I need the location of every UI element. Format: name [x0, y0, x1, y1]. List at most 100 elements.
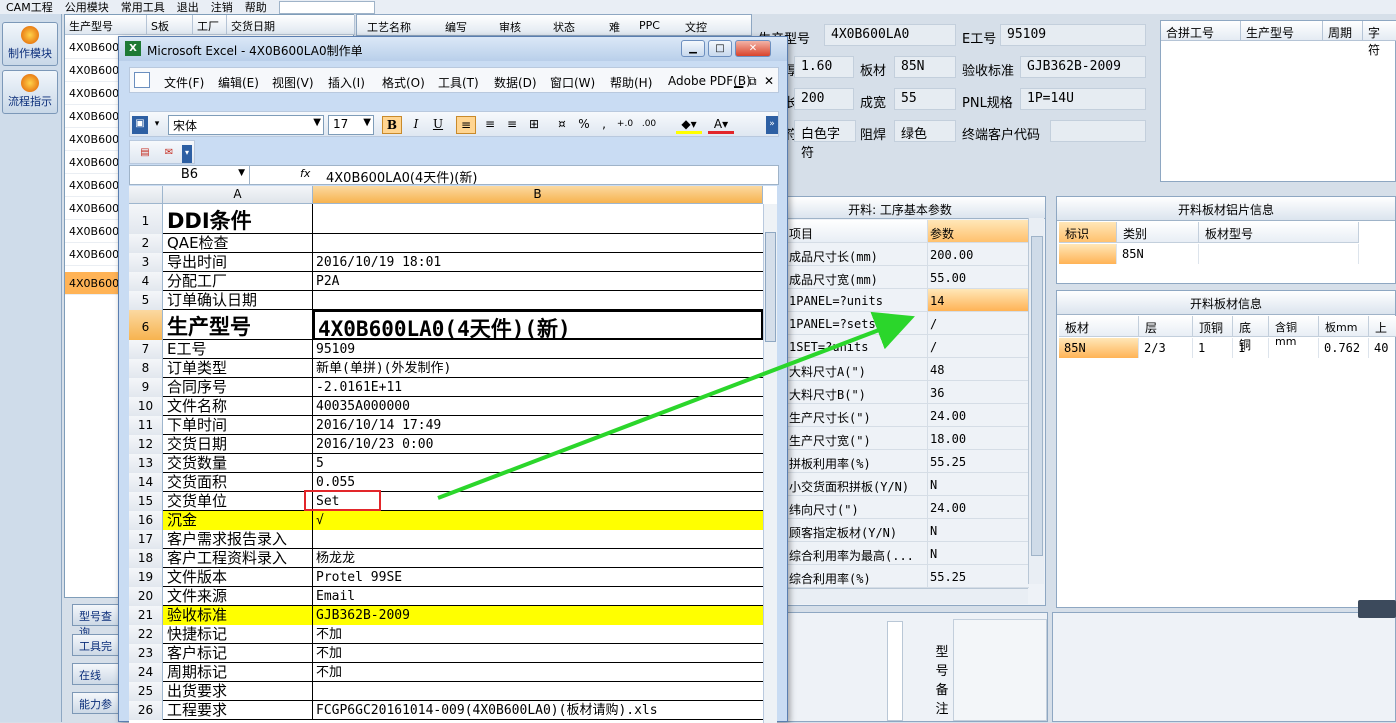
bold-icon[interactable]: B: [382, 116, 402, 134]
param-value[interactable]: 24.00: [927, 496, 1029, 518]
std-field[interactable]: GJB362B-2009: [1020, 56, 1146, 78]
cell-kind[interactable]: 85N: [1117, 244, 1199, 264]
row-number[interactable]: 12: [129, 435, 163, 454]
merge-center-icon[interactable]: ⊞: [524, 116, 544, 134]
col-delivery-date[interactable]: 交货日期: [227, 15, 355, 35]
pdf-mail-icon[interactable]: ✉: [160, 145, 178, 163]
param-value[interactable]: 55.25: [927, 450, 1029, 472]
align-right-icon[interactable]: ≡: [502, 116, 522, 134]
menu-view[interactable]: 视图(V): [272, 74, 314, 91]
char-field[interactable]: 白色字符: [794, 120, 856, 161]
col-cu-mm[interactable]: 含铜mm: [1269, 316, 1319, 348]
cell-b[interactable]: 95109: [313, 340, 763, 359]
col-merge-period[interactable]: 周期: [1323, 21, 1363, 41]
param-value[interactable]: N: [927, 519, 1029, 541]
cell-a[interactable]: 文件来源: [163, 587, 313, 606]
param-row[interactable]: 生产尺寸宽(") 18.00: [755, 427, 1029, 450]
chevron-down-icon[interactable]: ▼: [238, 168, 245, 178]
fill-color-icon[interactable]: ◆▾: [676, 116, 702, 134]
close-button[interactable]: ✕: [735, 40, 771, 57]
wid-field[interactable]: 55: [894, 88, 956, 110]
cell-a[interactable]: 订单确认日期: [163, 291, 313, 310]
param-row[interactable]: 综合利用率为最高(... N: [755, 542, 1029, 565]
param-hscroll[interactable]: [756, 588, 1028, 604]
cell-b[interactable]: 2016/10/23 0:00: [313, 435, 763, 454]
doc-close-icon[interactable]: ✕: [764, 74, 774, 88]
align-center-icon[interactable]: ≡: [480, 116, 500, 134]
row-number[interactable]: 24: [129, 663, 163, 682]
cell-b[interactable]: 不加: [313, 663, 763, 682]
menu-help[interactable]: 帮助: [239, 0, 273, 15]
cell-b[interactable]: 40035A000000: [313, 397, 763, 416]
minimize-button[interactable]: ▁: [681, 40, 705, 57]
row-number[interactable]: 23: [129, 644, 163, 663]
param-value[interactable]: 55.25: [927, 565, 1029, 587]
list-item[interactable]: 4X0B600: [65, 220, 123, 243]
cell-a[interactable]: 交货面积: [163, 473, 313, 492]
comma-icon[interactable]: ,: [596, 116, 612, 134]
param-row[interactable]: 成品尺寸宽(mm) 55.00: [755, 266, 1029, 289]
underline-icon[interactable]: U: [428, 116, 448, 134]
percent-icon[interactable]: %: [574, 116, 594, 134]
col-up[interactable]: 上: [1369, 316, 1396, 337]
list-item[interactable]: 4X0B600: [65, 82, 123, 105]
menu-edit[interactable]: 编辑(E): [218, 74, 259, 91]
mask-field[interactable]: 绿色: [894, 120, 956, 142]
formula-content[interactable]: 4X0B600LA0(4天件)(新): [326, 167, 477, 186]
cell-a[interactable]: 出货要求: [163, 682, 313, 701]
col-difficulty[interactable]: 难: [609, 19, 620, 35]
decrease-decimal-icon[interactable]: .00: [638, 116, 660, 134]
model-note-field[interactable]: [953, 619, 1047, 721]
param-vscroll[interactable]: [1028, 218, 1044, 584]
cell-a[interactable]: 文件版本: [163, 568, 313, 587]
toolbar-options-icon[interactable]: ▾: [152, 116, 162, 134]
param-row[interactable]: 大料尺寸B(") 36: [755, 381, 1029, 404]
row-number[interactable]: 6: [129, 310, 163, 340]
chevron-down-icon[interactable]: ▼: [363, 117, 371, 128]
cell-b[interactable]: 新单(单拼)(外发制作): [313, 359, 763, 378]
increase-decimal-icon[interactable]: +.0: [614, 116, 636, 134]
menu-data[interactable]: 数据(D): [494, 74, 537, 91]
param-value[interactable]: 200.00: [927, 243, 1029, 265]
cell-b[interactable]: [313, 291, 763, 310]
cell-a[interactable]: 客户工程资料录入: [163, 549, 313, 568]
doc-restore-icon[interactable]: ⧉: [748, 74, 757, 89]
cell-up[interactable]: 40: [1369, 338, 1396, 358]
menu-tools[interactable]: 工具(T): [438, 74, 479, 91]
param-value[interactable]: 24.00: [927, 404, 1029, 426]
toolbar-overflow-icon[interactable]: »: [766, 116, 778, 134]
row-number[interactable]: 26: [129, 701, 163, 720]
cell-b[interactable]: [313, 530, 763, 549]
cell-b[interactable]: 杨龙龙: [313, 549, 763, 568]
menu-insert[interactable]: 插入(I): [328, 74, 365, 91]
cell-a[interactable]: 交货数量: [163, 454, 313, 473]
row-number[interactable]: 7: [129, 340, 163, 359]
sheet-vscroll[interactable]: [763, 204, 777, 723]
cell-b[interactable]: -2.0161E+11: [313, 378, 763, 397]
cell-a[interactable]: 分配工厂: [163, 272, 313, 291]
menu-window[interactable]: 窗口(W): [550, 74, 595, 91]
list-item[interactable]: 4X0B600: [65, 105, 123, 128]
restore-button[interactable]: □: [708, 40, 732, 57]
cell-b[interactable]: 2016/10/19 18:01: [313, 253, 763, 272]
cell-b[interactable]: Protel 99SE: [313, 568, 763, 587]
col-kind[interactable]: 类别: [1117, 222, 1199, 243]
list-item[interactable]: 4X0B600: [65, 197, 123, 220]
cell-b[interactable]: FCGP6GC20161014-009(4X0B600LA0)(板材请购).xl…: [313, 701, 763, 720]
param-row[interactable]: 综合利用率(%) 55.25: [755, 565, 1029, 588]
row-number[interactable]: 3: [129, 253, 163, 272]
font-size-combo[interactable]: 17 ▼: [328, 115, 374, 135]
list-item[interactable]: 4X0B600: [65, 174, 123, 197]
param-row[interactable]: 顾客指定板材(Y/N) N: [755, 519, 1029, 542]
row-number[interactable]: 22: [129, 625, 163, 644]
scroll-thumb[interactable]: [1031, 236, 1043, 556]
pdf-icon[interactable]: ▤: [136, 145, 154, 163]
col-a-header[interactable]: A: [163, 186, 313, 204]
bottom-scroll[interactable]: [887, 621, 903, 721]
list-item[interactable]: 4X0B600: [65, 128, 123, 151]
param-row[interactable]: 大料尺寸A(") 48: [755, 358, 1029, 381]
col-b-header[interactable]: B: [313, 186, 763, 204]
cell-a[interactable]: 验收标准: [163, 606, 313, 625]
col-doc-control[interactable]: 文控: [685, 19, 707, 35]
cell-a[interactable]: 生产型号: [163, 310, 313, 340]
